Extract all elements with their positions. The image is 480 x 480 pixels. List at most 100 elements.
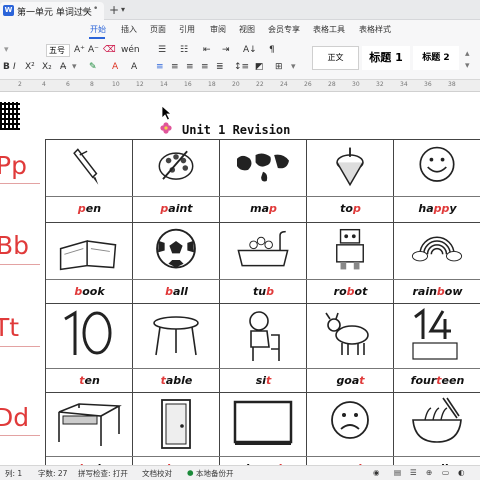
menu-home[interactable]: 开始 bbox=[90, 24, 106, 35]
robot-icon bbox=[336, 228, 364, 270]
ruler-number: 2 bbox=[18, 81, 22, 88]
vocab-word: fourteen bbox=[394, 374, 480, 387]
ruler-number: 12 bbox=[136, 81, 144, 88]
view-web-icon[interactable]: ⊕ bbox=[426, 468, 432, 477]
word-part: to bbox=[340, 202, 353, 215]
horizontal-ruler[interactable]: 2 4 6 8 10 12 14 16 18 20 22 24 26 28 30… bbox=[0, 80, 480, 92]
highlight-icon[interactable]: ✎ bbox=[89, 62, 97, 72]
increase-indent-icon[interactable]: ⇥ bbox=[222, 45, 230, 55]
vocab-word: book bbox=[46, 285, 133, 298]
style-normal[interactable]: 正文 bbox=[312, 46, 359, 70]
word-highlight-letter: p bbox=[352, 202, 361, 215]
desk-icon bbox=[58, 403, 122, 446]
cloud-sync-icon[interactable]: ☁ bbox=[81, 4, 90, 14]
view-read-icon[interactable]: ▭ bbox=[442, 468, 449, 477]
letter-tt: Tt bbox=[0, 313, 20, 342]
shading-icon[interactable]: ◩ bbox=[255, 62, 264, 72]
sad-face-icon bbox=[331, 401, 369, 439]
view-outline-icon[interactable]: ☰ bbox=[410, 468, 417, 477]
align-left-icon[interactable]: ≡ bbox=[156, 62, 164, 72]
justify-icon[interactable]: ≡ bbox=[201, 62, 209, 72]
font-name-dropdown[interactable]: ▾ bbox=[4, 45, 9, 55]
phonetic-icon[interactable]: wén bbox=[121, 45, 140, 55]
menu-review[interactable]: 审阅 bbox=[210, 24, 226, 35]
view-page-icon[interactable]: ▤ bbox=[394, 468, 401, 477]
document-page[interactable]: Unit 1 Revision Pp Bb Tt Dd pen paint map t… bbox=[0, 92, 480, 465]
menu-references[interactable]: 引用 bbox=[179, 24, 195, 35]
ruler-number: 30 bbox=[352, 81, 360, 88]
bold-icon[interactable]: B bbox=[3, 62, 10, 72]
decrease-indent-icon[interactable]: ⇤ bbox=[203, 45, 211, 55]
increase-font-icon[interactable]: A⁺ bbox=[74, 45, 85, 55]
numbered-list-icon[interactable]: ☷ bbox=[180, 45, 188, 55]
word-part: aint bbox=[168, 202, 193, 215]
font-size-dropdown[interactable]: 五号 bbox=[46, 44, 70, 57]
font-color-icon[interactable]: A bbox=[112, 62, 118, 72]
subscript-icon[interactable]: X² bbox=[25, 62, 35, 72]
word-part: si bbox=[255, 374, 267, 387]
word-part: able bbox=[165, 374, 193, 387]
number-fourteen-icon bbox=[412, 308, 458, 360]
word-part: ot bbox=[354, 285, 368, 298]
document-tab[interactable]: W 第一单元 单词过关 ☁ • bbox=[0, 2, 104, 20]
letter-guide-line bbox=[0, 264, 40, 265]
menu-member[interactable]: 会员专享 bbox=[268, 24, 300, 35]
bathtub-icon bbox=[237, 230, 289, 267]
decrease-font-icon[interactable]: A⁻ bbox=[88, 45, 99, 55]
styles-scroll-up-icon[interactable]: ▴ bbox=[465, 49, 470, 59]
vocab-word: ball bbox=[133, 285, 220, 298]
world-map-icon bbox=[237, 153, 289, 182]
style-heading-1[interactable]: 标题 1 bbox=[362, 46, 410, 70]
italic-icon[interactable]: I bbox=[13, 62, 16, 72]
eye-protection-icon[interactable]: ◉ bbox=[373, 468, 380, 477]
status-spell-check[interactable]: 拼写检查: 打开 bbox=[78, 468, 128, 479]
sort-icon[interactable]: A↓ bbox=[243, 45, 257, 55]
status-word-count[interactable]: 字数: 27 bbox=[38, 468, 67, 479]
chevron-down-icon[interactable]: ▾ bbox=[291, 62, 296, 72]
status-proofread[interactable]: 文档校对 bbox=[142, 468, 172, 479]
paint-palette-icon bbox=[158, 150, 194, 180]
ribbon-menu: 开始 插入 页面 引用 审阅 视图 会员专享 表格工具 表格样式 bbox=[0, 20, 480, 40]
goat-icon bbox=[325, 312, 369, 355]
letter-guide-line bbox=[0, 435, 40, 436]
close-tab-icon[interactable]: • bbox=[93, 4, 98, 14]
letter-bb: Bb bbox=[0, 231, 30, 260]
styles-scroll-down-icon[interactable]: ▾ bbox=[465, 61, 470, 71]
ruler-number: 10 bbox=[112, 81, 120, 88]
menu-table-tools[interactable]: 表格工具 bbox=[313, 24, 345, 35]
show-marks-icon[interactable]: ¶ bbox=[269, 45, 275, 55]
border-icon[interactable]: ⊞ bbox=[275, 62, 283, 72]
ruler-number: 38 bbox=[448, 81, 456, 88]
menu-view[interactable]: 视图 bbox=[239, 24, 255, 35]
word-part: ook bbox=[82, 285, 105, 298]
pen-icon bbox=[73, 148, 99, 185]
character-shading-icon[interactable]: A bbox=[131, 62, 137, 72]
vocab-word: ten bbox=[46, 374, 133, 387]
status-backup[interactable]: 本地备份开 bbox=[196, 468, 234, 479]
align-right-icon[interactable]: ≡ bbox=[186, 62, 194, 72]
superscript-icon[interactable]: X₂ bbox=[42, 62, 52, 72]
line-spacing-icon[interactable]: ↕≡ bbox=[234, 62, 249, 72]
bullet-list-icon[interactable]: ☰ bbox=[158, 45, 166, 55]
row-divider bbox=[46, 279, 480, 280]
status-page[interactable]: 列: 1 bbox=[5, 468, 22, 479]
zoom-icon[interactable]: ◐ bbox=[458, 468, 465, 477]
ruler-number: 28 bbox=[328, 81, 336, 88]
align-center-icon[interactable]: ≡ bbox=[171, 62, 179, 72]
ruler-number: 4 bbox=[42, 81, 46, 88]
style-heading-2[interactable]: 标题 2 bbox=[413, 46, 459, 70]
distribute-icon[interactable]: ≣ bbox=[216, 62, 224, 72]
chevron-down-icon[interactable]: ▾ bbox=[121, 5, 125, 14]
soccer-ball-icon bbox=[156, 228, 196, 269]
menu-insert[interactable]: 插入 bbox=[121, 24, 137, 35]
clear-format-icon[interactable]: ⌫ bbox=[103, 45, 116, 55]
chevron-down-icon[interactable]: ▾ bbox=[72, 62, 77, 72]
word-part: ow bbox=[444, 285, 463, 298]
menu-page[interactable]: 页面 bbox=[150, 24, 166, 35]
new-tab-button[interactable]: + bbox=[109, 3, 119, 17]
strikethrough-icon[interactable]: A̶ bbox=[60, 62, 66, 72]
vocabulary-table[interactable]: pen paint map top happy book ball tub robot rainb… bbox=[45, 139, 480, 465]
menu-table-style[interactable]: 表格样式 bbox=[359, 24, 391, 35]
word-part: ha bbox=[418, 202, 434, 215]
word-part: en bbox=[84, 374, 100, 387]
